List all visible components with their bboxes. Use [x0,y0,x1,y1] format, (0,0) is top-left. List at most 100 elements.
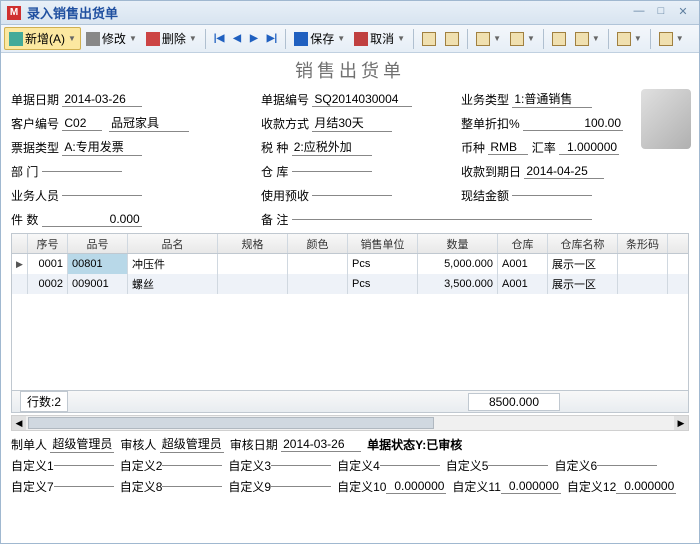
minimize-button[interactable]: — [629,5,649,21]
cell-unit[interactable]: Pcs [348,254,418,274]
tax-field[interactable]: 2:应税外加 [292,138,372,156]
tool-1-button[interactable] [418,30,440,48]
cell-wh[interactable]: A001 [498,254,548,274]
c4-label: 自定义4 [337,457,380,474]
grid-row[interactable]: 0002 009001 螺丝 Pcs 3,500.000 A001 展示一区 [12,274,688,294]
col-spec[interactable]: 规格 [218,234,288,253]
cell-pname[interactable]: 冲压件 [128,254,218,274]
tool-6-button[interactable]: ▼ [655,30,688,48]
cell-unit[interactable]: Pcs [348,274,418,294]
cell-pname[interactable]: 螺丝 [128,274,218,294]
sales-field[interactable] [62,195,142,196]
duedate-field[interactable]: 2014-04-25 [524,164,604,179]
c3-field[interactable] [271,465,331,466]
preview-button[interactable]: ▼ [506,30,539,48]
save-button[interactable]: 保存▼ [290,28,349,49]
new-button[interactable]: 新增(A)▼ [4,27,81,50]
c7-label: 自定义7 [11,478,54,495]
col-unit[interactable]: 销售单位 [348,234,418,253]
c12-label: 自定义12 [567,478,616,495]
col-seq[interactable]: 序号 [28,234,68,253]
col-wh[interactable]: 仓库 [498,234,548,253]
app-icon: M [7,6,21,20]
c6-field[interactable] [597,465,657,466]
scroll-thumb[interactable] [28,417,434,429]
nav-next-button[interactable]: ▶ [246,31,262,46]
biztype-field[interactable]: 1:普通销售 [512,90,592,108]
c1-field[interactable] [54,465,114,466]
cancel-button[interactable]: 取消▼ [350,28,409,49]
c7-field[interactable] [54,486,114,487]
tool-5-button[interactable]: ▼ [613,30,646,48]
nav-prev-button[interactable]: ◀ [229,31,245,46]
col-pno[interactable]: 品号 [68,234,128,253]
wh-field[interactable] [292,171,372,172]
tool-2-button[interactable] [441,30,463,48]
c4-field[interactable] [380,465,440,466]
cell-qty[interactable]: 3,500.000 [418,274,498,294]
invtype-field[interactable]: A:专用发票 [62,138,142,156]
c2-field[interactable] [162,465,222,466]
col-bar[interactable]: 条形码 [618,234,668,253]
cash-field[interactable] [512,195,592,196]
close-button[interactable]: ✕ [673,5,693,21]
billdate-field[interactable]: 2014-03-26 [62,92,142,107]
c11-label: 自定义11 [452,478,500,495]
c12-field[interactable]: 0.000000 [616,479,676,494]
cust-name-field[interactable]: 品冠家具 [109,114,189,132]
grid-row[interactable]: ▶ 0001 00801 冲压件 Pcs 5,000.000 A001 展示一区 [12,254,688,274]
cell-whn[interactable]: 展示一区 [548,254,618,274]
nav-first-button[interactable]: |◀ [210,31,229,46]
cell-pno[interactable]: 00801 [68,254,128,274]
col-selector [12,234,28,253]
nav-last-button[interactable]: ▶| [263,31,282,46]
cell-color[interactable] [288,274,348,294]
dropdown-icon: ▼ [68,34,76,43]
col-whn[interactable]: 仓库名称 [548,234,618,253]
tool-3-button[interactable] [548,30,570,48]
auditdate-label: 审核日期 [230,436,278,453]
print-button[interactable]: ▼ [472,30,505,48]
prepay-field[interactable] [312,195,392,196]
misc-icon [575,32,589,46]
col-pname[interactable]: 品名 [128,234,218,253]
currency-field[interactable]: RMB [488,140,528,155]
cust-code-field[interactable]: C02 [62,116,102,131]
separator [205,29,206,49]
c11-field[interactable]: 0.000000 [501,479,561,494]
cell-spec[interactable] [218,254,288,274]
scroll-right-button[interactable]: ▶ [674,416,688,430]
paymode-field[interactable]: 月结30天 [312,114,392,132]
col-qty[interactable]: 数量 [418,234,498,253]
billno-field[interactable]: SQ2014030004 [312,92,412,107]
c5-label: 自定义5 [446,457,489,474]
maximize-button[interactable]: □ [651,5,671,21]
cell-qty[interactable]: 5,000.000 [418,254,498,274]
edit-button[interactable]: 修改▼ [82,28,141,49]
c10-field[interactable]: 0.000000 [386,479,446,494]
c6-label: 自定义6 [554,457,597,474]
scroll-left-button[interactable]: ◀ [12,416,26,430]
biztype-label: 业务类型 [461,91,509,108]
cell-seq[interactable]: 0001 [28,254,68,274]
cell-wh[interactable]: A001 [498,274,548,294]
horizontal-scrollbar[interactable]: ◀ ▶ [11,415,689,431]
dept-field[interactable] [42,171,122,172]
cell-seq[interactable]: 0002 [28,274,68,294]
col-color[interactable]: 颜色 [288,234,348,253]
remark-field[interactable] [292,219,592,220]
discount-field[interactable]: 100.00 [523,116,623,131]
cell-bar[interactable] [618,254,668,274]
c9-field[interactable] [271,486,331,487]
cell-whn[interactable]: 展示一区 [548,274,618,294]
c5-field[interactable] [488,465,548,466]
cell-color[interactable] [288,254,348,274]
cell-pno[interactable]: 009001 [68,274,128,294]
delete-button[interactable]: 删除▼ [142,28,201,49]
cell-spec[interactable] [218,274,288,294]
pcs-field[interactable]: 0.000 [42,212,142,227]
cell-bar[interactable] [618,274,668,294]
tool-4-button[interactable]: ▼ [571,30,604,48]
rate-field[interactable]: 1.000000 [559,140,619,155]
c8-field[interactable] [162,486,222,487]
